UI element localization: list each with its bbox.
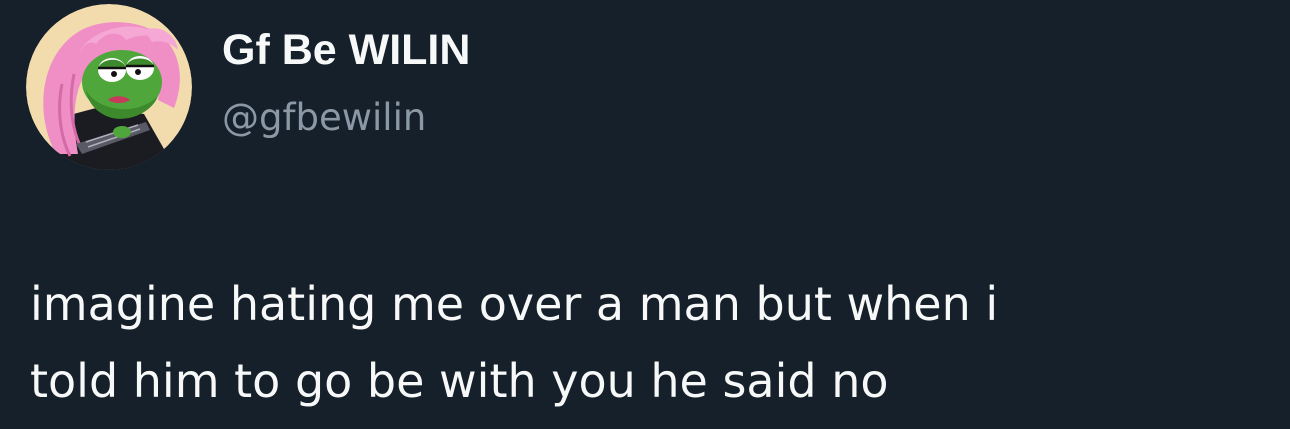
cartoon-frog-girl-avatar-icon	[26, 4, 192, 170]
display-name[interactable]: Gf Be WILIN	[222, 24, 470, 76]
tweet-text-line: imagine hating me over a man but when i	[30, 277, 999, 331]
avatar[interactable]	[26, 4, 192, 170]
tweet-text: imagine hating me over a man but when i …	[30, 266, 1270, 420]
username-handle[interactable]: @gfbewilin	[222, 95, 426, 141]
tweet-card: Gf Be WILIN @gfbewilin imagine hating me…	[0, 0, 1290, 429]
tweet-text-line: told him to go be with you he said no	[30, 354, 889, 408]
